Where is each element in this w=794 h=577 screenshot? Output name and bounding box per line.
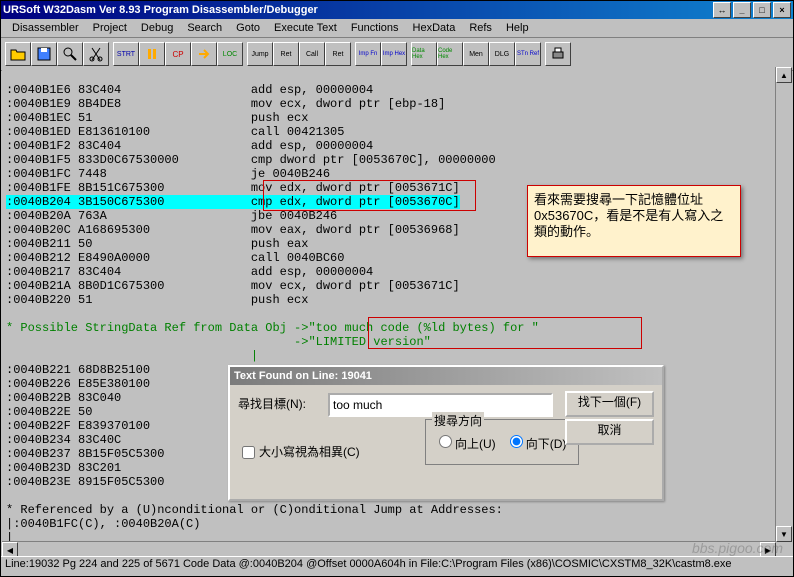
disasm-line: :0040B1ED E813610100 call 00421305	[6, 125, 344, 139]
maximize-button[interactable]: □	[753, 2, 771, 18]
jump-ref-list: |:0040B1FC(C), :0040B20A(C)	[6, 517, 200, 531]
match-case-checkbox[interactable]: 大小寫視為相異(C)	[238, 443, 360, 462]
highlight-box-string	[368, 317, 642, 349]
dialog-title: Text Found on Line: 19041	[230, 367, 662, 385]
menu-goto[interactable]: Goto	[229, 22, 267, 34]
disasm-line: :0040B22E 50	[6, 405, 92, 419]
imp-fn-icon[interactable]: Imp Fn	[355, 42, 381, 66]
find-label: 尋找目標(N):	[238, 395, 306, 412]
scroll-up-icon[interactable]: ▲	[776, 67, 792, 83]
disasm-line: :0040B226 E85E380100	[6, 377, 150, 391]
menu-search[interactable]: Search	[180, 22, 229, 34]
annotation-note: 看來需要搜尋一下記憶體位址 0x53670C，看是不是有人寫入之類的動作。	[527, 185, 741, 257]
disasm-line: :0040B22B 83C040	[6, 391, 121, 405]
radio-down[interactable]: 向下(D)	[505, 437, 567, 451]
menu-functions[interactable]: Functions	[344, 22, 406, 34]
disasm-line: :0040B211 50 push eax	[6, 237, 308, 251]
pause-icon[interactable]	[139, 42, 165, 66]
jump-ref-header: * Referenced by a (U)nconditional or (C)…	[6, 503, 503, 517]
find-next-button[interactable]: 找下一個(F)	[565, 391, 654, 417]
close-button[interactable]: ×	[773, 2, 791, 18]
match-case-label: 大小寫視為相異(C)	[259, 445, 360, 459]
disasm-line: :0040B20C A168695300 mov eax, dword ptr …	[6, 223, 460, 237]
direction-group: 搜尋方向 向上(U) 向下(D)	[425, 419, 579, 465]
radio-up[interactable]: 向上(U)	[434, 437, 496, 451]
step-icon[interactable]	[191, 42, 217, 66]
save-icon[interactable]	[31, 42, 57, 66]
code-hex-icon[interactable]: Code Hex	[437, 42, 463, 66]
disasm-line: :0040B220 51 push ecx	[6, 293, 308, 307]
menu-refs[interactable]: Refs	[462, 22, 499, 34]
disasm-line: :0040B217 83C404 add esp, 00000004	[6, 265, 373, 279]
disasm-line: :0040B1F2 83C404 add esp, 00000004	[6, 139, 373, 153]
search-icon[interactable]	[57, 42, 83, 66]
disasm-line: :0040B237 8B15F05C5300	[6, 447, 164, 461]
menu-disassembler[interactable]: Disassembler	[5, 22, 86, 34]
disasm-line: :0040B212 E8490A0000 call 0040BC60	[6, 251, 344, 265]
direction-label: 搜尋方向	[432, 412, 484, 429]
arrows-button[interactable]: ↔	[713, 2, 731, 18]
menu-project[interactable]: Project	[86, 22, 134, 34]
cancel-button[interactable]: 取消	[565, 419, 654, 445]
disasm-line: :0040B234 83C40C	[6, 433, 121, 447]
stringdata-pipe: |	[6, 349, 258, 363]
call-icon[interactable]: Call	[299, 42, 325, 66]
menu-hexdata[interactable]: HexData	[406, 22, 463, 34]
start-icon[interactable]: STRT	[113, 42, 139, 66]
disasm-line: :0040B23D 83C201	[6, 461, 121, 475]
cp-icon[interactable]: CP	[165, 42, 191, 66]
highlight-box-cmp	[263, 180, 476, 211]
scroll-down-icon[interactable]: ▼	[776, 526, 792, 542]
disasm-line: :0040B1E9 8B4DE8 mov ecx, dword ptr [ebp…	[6, 97, 445, 111]
disasm-line: :0040B21A 8B0D1C675300 mov ecx, dword pt…	[6, 279, 460, 293]
data-hex-icon[interactable]: Data Hex	[411, 42, 437, 66]
window-title: URSoft W32Dasm Ver 8.93 Program Disassem…	[3, 4, 318, 16]
jump-icon[interactable]: Jump	[247, 42, 273, 66]
menu-debug[interactable]: Debug	[134, 22, 180, 34]
find-dialog: Text Found on Line: 19041 尋找目標(N): 大小寫視為…	[228, 365, 664, 501]
disasm-line: :0040B1FC 7448 je 0040B246	[6, 167, 330, 181]
print-icon[interactable]	[545, 42, 571, 66]
disasm-line: :0040B20A 763A jbe 0040B246	[6, 209, 337, 223]
cut-icon[interactable]	[83, 42, 109, 66]
dlg-icon[interactable]: DLG	[489, 42, 515, 66]
open-icon[interactable]	[5, 42, 31, 66]
disasm-line: :0040B1E6 83C404 add esp, 00000004	[6, 83, 373, 97]
vertical-scrollbar[interactable]: ▲ ▼	[775, 67, 792, 542]
disasm-line: :0040B1F5 833D0C67530000 cmp dword ptr […	[6, 153, 496, 167]
disasm-line: :0040B1EC 51 push ecx	[6, 111, 308, 125]
menu-execute-text[interactable]: Execute Text	[267, 22, 344, 34]
status-bar: Line:19032 Pg 224 and 225 of 5671 Code D…	[1, 556, 793, 576]
loc-icon[interactable]: LOC	[217, 42, 243, 66]
disasm-line: :0040B221 68D8B25100	[6, 363, 150, 377]
menu-help[interactable]: Help	[499, 22, 536, 34]
minimize-button[interactable]: _	[733, 2, 751, 18]
imp-hex-icon[interactable]: Imp Hex	[381, 42, 407, 66]
disasm-line: :0040B22F E839370100	[6, 419, 150, 433]
stn-ref-icon[interactable]: STn Ref	[515, 42, 541, 66]
ret-icon[interactable]: Ret	[273, 42, 299, 66]
men-icon[interactable]: Men	[463, 42, 489, 66]
menubar: Disassembler Project Debug Search Goto E…	[1, 19, 793, 38]
ret2-icon[interactable]: Ret	[325, 42, 351, 66]
